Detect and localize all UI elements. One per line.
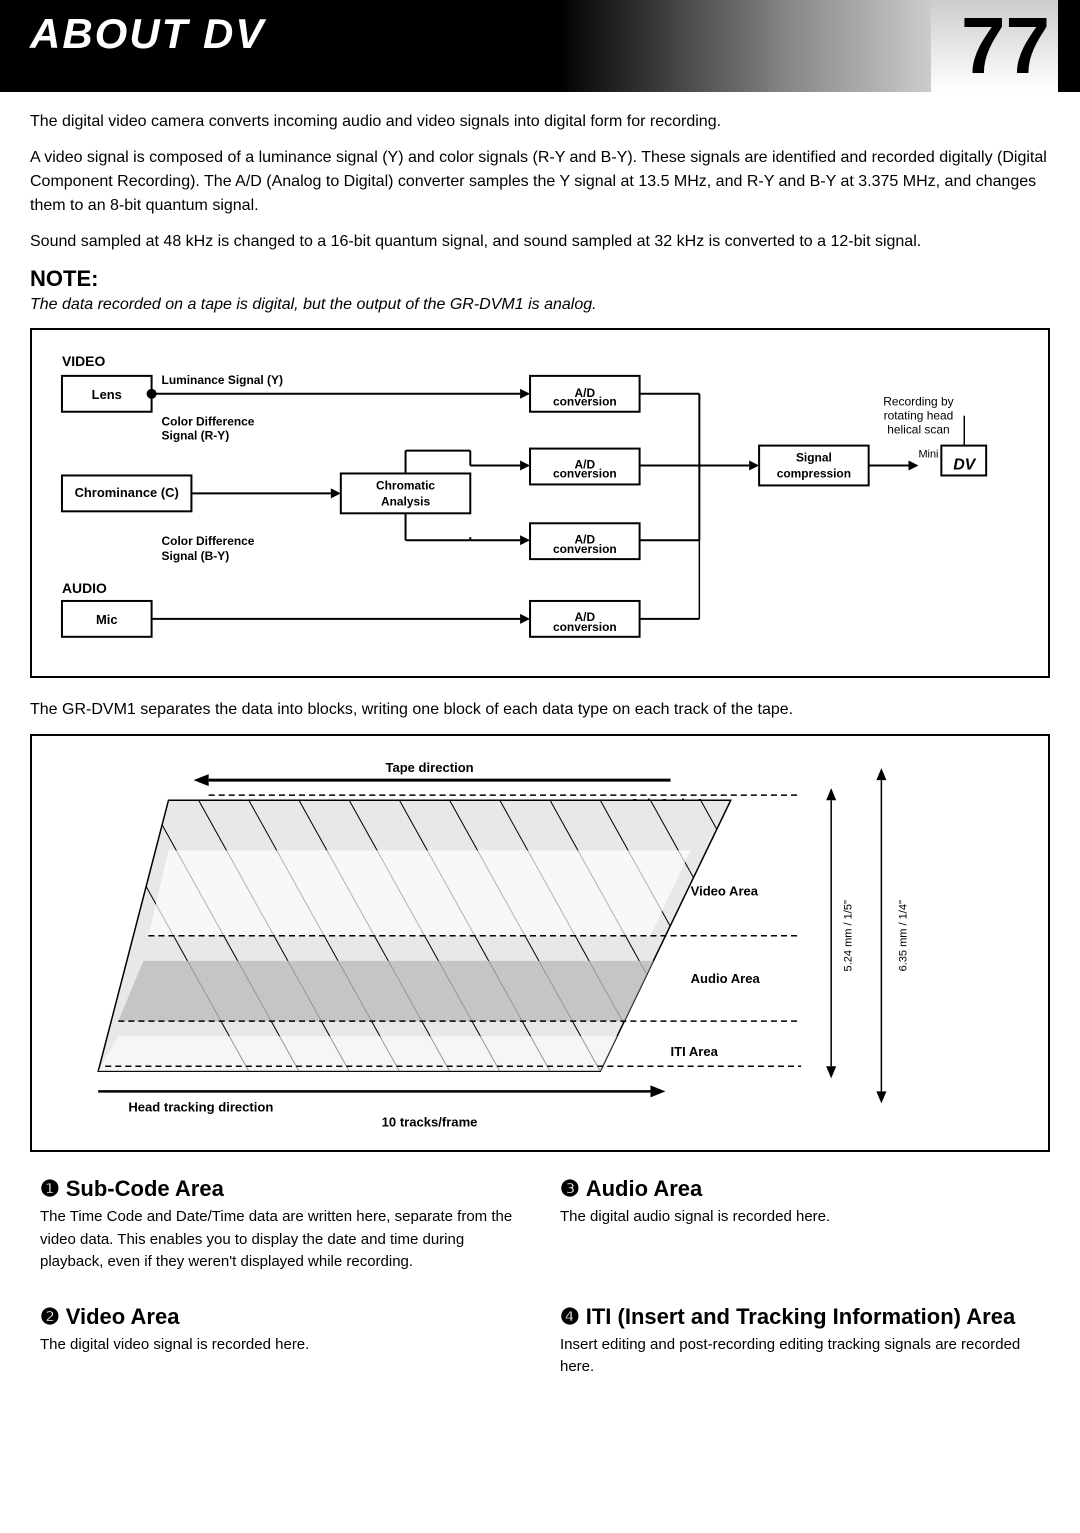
section-3-number: ❸ [560,1176,580,1202]
section-2: ❷ Video Area The digital video signal is… [40,1304,520,1379]
page-number: 77 [961,0,1050,92]
note-section: NOTE: The data recorded on a tape is dig… [30,266,1050,314]
svg-text:conversion: conversion [553,542,617,556]
separator-text: The GR-DVM1 separates the data into bloc… [30,698,1050,722]
track-diagram-box: Tape direction Sub-Code Area [30,734,1050,1153]
svg-text:Chromatic: Chromatic [376,478,435,492]
section-4-body: Insert editing and post-recording editin… [560,1334,1040,1379]
video-label: VIDEO [62,353,106,369]
section-4: ❹ ITI (Insert and Tracking Information) … [560,1304,1040,1379]
svg-text:Signal (R-Y): Signal (R-Y) [162,429,230,443]
svg-text:Recording by: Recording by [883,395,953,409]
section-3-heading: ❸ Audio Area [560,1176,1040,1202]
color-diff-ry-label: Color Difference [162,415,255,429]
black-tab [1058,0,1080,92]
signal-diagram: VIDEO Lens Luminance Signal (Y) A/D [52,346,1028,660]
track-diagram-svg: Tape direction Sub-Code Area [48,750,1032,1132]
section-1-heading: ❶ Sub-Code Area [40,1176,520,1202]
svg-text:conversion: conversion [553,466,617,480]
svg-text:AUDIO: AUDIO [62,580,107,596]
lens-label: Lens [92,387,122,402]
signal-diagram-box: VIDEO Lens Luminance Signal (Y) A/D [30,328,1050,678]
section-3-body: The digital audio signal is recorded her… [560,1206,1040,1229]
svg-text:Mic: Mic [96,612,118,627]
svg-text:Tape direction: Tape direction [385,760,473,775]
svg-text:Analysis: Analysis [381,494,430,508]
svg-text:ITI Area: ITI Area [671,1044,719,1059]
section-3-title: Audio Area [586,1176,703,1202]
body-paragraph-2: A video signal is composed of a luminanc… [30,146,1050,218]
section-2-number: ❷ [40,1304,60,1330]
header-title-bg: ABOUT DV [0,0,931,92]
note-heading: NOTE: [30,266,1050,292]
section-2-body: The digital video signal is recorded her… [40,1334,520,1357]
section-1-number: ❶ [40,1176,60,1202]
svg-text:compression: compression [777,466,851,480]
page-header: ABOUT DV 77 [0,0,1080,92]
svg-text:6.35 mm / 1/4": 6.35 mm / 1/4" [897,900,909,971]
svg-text:Chrominance (C): Chrominance (C) [75,485,179,500]
luminance-signal-label: Luminance Signal (Y) [162,373,283,387]
section-4-number: ❹ [560,1304,580,1330]
section-4-title: ITI (Insert and Tracking Information) Ar… [586,1304,1015,1330]
section-2-title: Video Area [66,1304,180,1330]
svg-text:10 tracks/frame: 10 tracks/frame [382,1114,478,1129]
svg-text:helical scan: helical scan [887,423,949,437]
svg-text:Color Difference: Color Difference [162,534,255,548]
svg-text:DV: DV [953,457,976,474]
note-text: The data recorded on a tape is digital, … [30,296,1050,314]
svg-text:Video Area: Video Area [691,883,759,898]
section-3: ❸ Audio Area The digital audio signal is… [560,1176,1040,1274]
page-title: ABOUT DV [30,10,265,57]
svg-text:Signal: Signal [796,451,832,465]
svg-text:Head tracking direction: Head tracking direction [128,1099,273,1114]
svg-text:conversion: conversion [553,395,617,409]
svg-text:Signal (B-Y): Signal (B-Y) [162,549,230,563]
svg-text:5.24 mm / 1/5": 5.24 mm / 1/5" [842,900,854,971]
main-content: The digital video camera converts incomi… [0,110,1080,1409]
svg-text:Mini: Mini [918,449,938,461]
svg-text:Audio Area: Audio Area [691,971,761,986]
signal-flow-svg: VIDEO Lens Luminance Signal (Y) A/D [52,346,1028,655]
body-paragraph-1: The digital video camera converts incomi… [30,110,1050,134]
section-1-body: The Time Code and Date/Time data are wri… [40,1206,520,1274]
section-2-heading: ❷ Video Area [40,1304,520,1330]
section-1: ❶ Sub-Code Area The Time Code and Date/T… [40,1176,520,1274]
body-paragraph-3: Sound sampled at 48 kHz is changed to a … [30,230,1050,254]
svg-text:conversion: conversion [553,620,617,634]
section-1-title: Sub-Code Area [66,1176,224,1202]
bottom-sections: ❶ Sub-Code Area The Time Code and Date/T… [30,1176,1050,1389]
svg-text:rotating head: rotating head [884,409,954,423]
section-4-heading: ❹ ITI (Insert and Tracking Information) … [560,1304,1040,1330]
